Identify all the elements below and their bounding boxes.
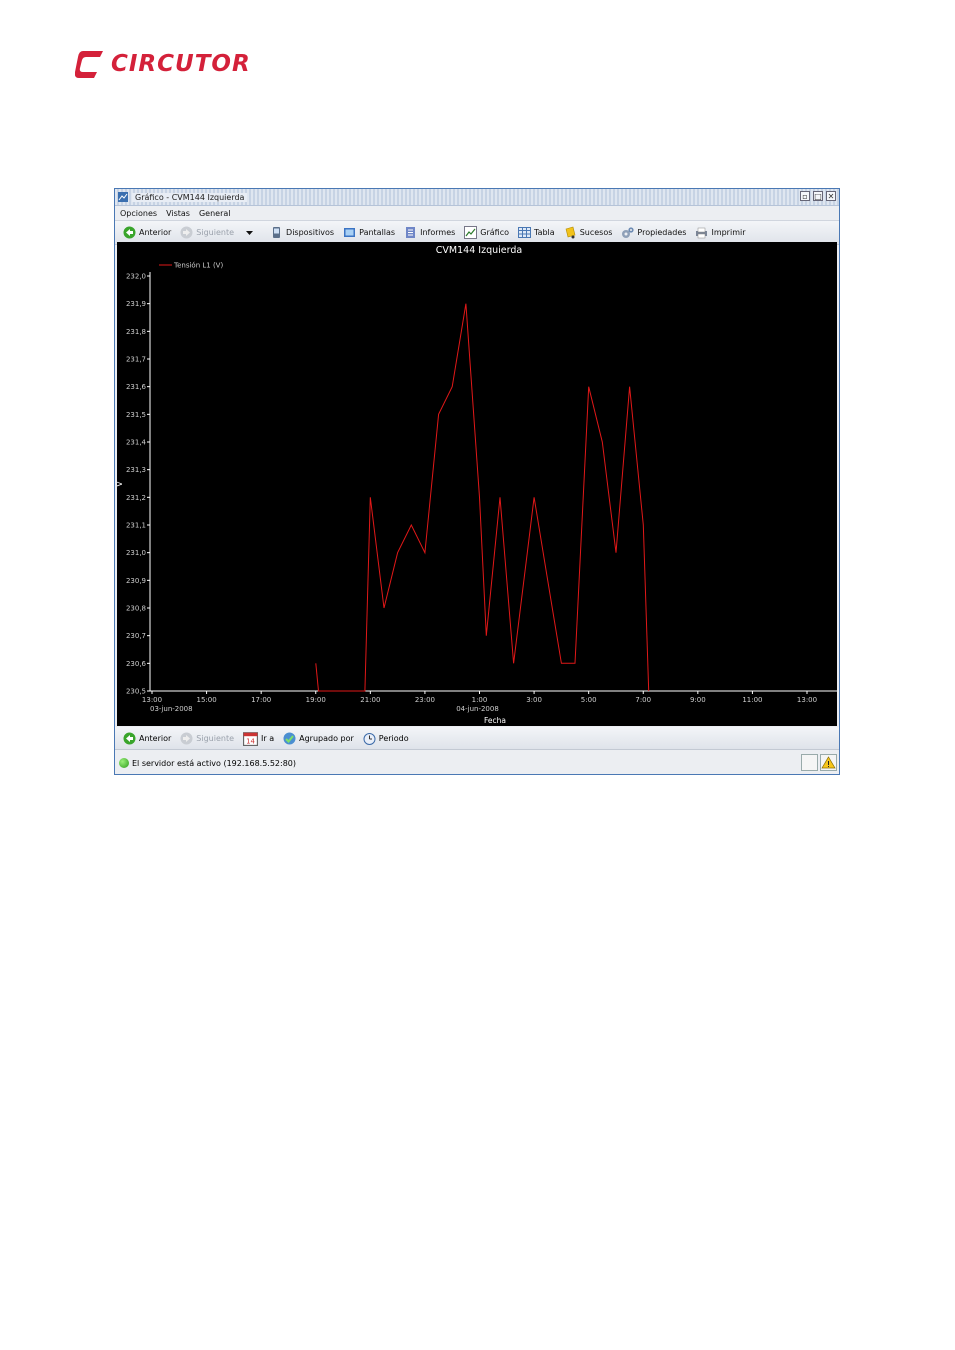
- x-tick-label: 1:00: [472, 696, 488, 704]
- x-tick-label: 9:00: [690, 696, 706, 704]
- pantallas-button[interactable]: Pantallas: [343, 226, 395, 239]
- status-bar: El servidor está activo (192.168.5.52:80…: [115, 752, 839, 774]
- bottom-anterior-button[interactable]: Anterior: [123, 732, 171, 745]
- chart-window: Gráfico - CVM144 Izquierda ▫ □ ✕ Opcione…: [114, 188, 840, 775]
- circutor-logo: CIRCUTOR: [75, 46, 255, 82]
- x-tick-label: 5:00: [581, 696, 597, 704]
- series-line-0: [315, 303, 650, 692]
- clock-icon: [363, 732, 376, 745]
- y-tick-label: 231,7: [126, 356, 146, 364]
- x-tick-label: 15:00: [196, 696, 216, 704]
- y-tick-label: 230,9: [126, 577, 146, 585]
- sucesos-button[interactable]: Sucesos: [564, 226, 612, 239]
- x-tick-label: 13:00: [142, 696, 162, 704]
- chevron-down-icon: [246, 231, 254, 235]
- x-tick-label: 7:00: [635, 696, 651, 704]
- ir-a-button[interactable]: 14 Ir a: [243, 731, 274, 746]
- app-icon: [118, 192, 128, 202]
- bell-icon: [565, 226, 576, 239]
- navigation-bar: Anterior Siguiente 14 Ir a Agrupado por …: [115, 727, 839, 750]
- line-chart: CVM144 Izquierda 230,5 230,6 230,7 230,8 230,…: [117, 245, 837, 725]
- back-arrow-icon: [123, 226, 136, 239]
- y-tick-label: 232,0: [126, 273, 146, 281]
- tabla-button[interactable]: Tabla: [518, 226, 555, 239]
- title-bar[interactable]: Gráfico - CVM144 Izquierda ▫ □ ✕: [115, 189, 839, 206]
- chart-title: CVM144 Izquierda: [436, 245, 522, 256]
- menu-vistas[interactable]: Vistas: [166, 209, 190, 218]
- y-tick-label: 231,3: [126, 466, 146, 474]
- y-tick-label: 231,6: [126, 383, 147, 391]
- calendar-icon: 14: [243, 731, 259, 746]
- periodo-button[interactable]: Periodo: [363, 732, 409, 745]
- report-icon: [406, 227, 416, 238]
- maximize-icon[interactable]: □: [813, 191, 823, 201]
- close-icon[interactable]: ✕: [826, 191, 836, 201]
- x-tick-label: 19:00: [306, 696, 326, 704]
- legend-entry: Tensión L1 (V): [173, 262, 223, 270]
- chart-icon: [464, 226, 478, 239]
- circutor-logo-icon: [75, 51, 103, 78]
- window-title: Gráfico - CVM144 Izquierda: [132, 192, 248, 202]
- bottom-siguiente-button[interactable]: Siguiente: [180, 732, 234, 745]
- x-tick-label: 17:00: [251, 696, 271, 704]
- propiedades-button[interactable]: Propiedades: [621, 226, 686, 239]
- status-indicator[interactable]: [801, 754, 818, 771]
- menu-opciones[interactable]: Opciones: [120, 209, 157, 218]
- x-tick-label: 21:00: [360, 696, 380, 704]
- anterior-button[interactable]: Anterior: [123, 226, 171, 239]
- warning-icon: [821, 756, 836, 769]
- screen-icon: [344, 228, 356, 237]
- imprimir-button[interactable]: Imprimir: [695, 226, 746, 239]
- forward-arrow-icon: [180, 732, 193, 744]
- group-icon: [283, 732, 296, 744]
- back-arrow-icon: [123, 732, 136, 744]
- printer-icon: [696, 227, 708, 239]
- x-tick-label: 13:00: [797, 696, 817, 704]
- restore-icon[interactable]: ▫: [800, 191, 810, 201]
- history-dropdown[interactable]: [243, 226, 256, 239]
- y-tick-label: 231,1: [126, 522, 146, 530]
- x-tick-label: 3:00: [526, 696, 542, 704]
- y-tick-label: 230,8: [126, 605, 146, 613]
- y-tick-label: 231,9: [126, 300, 146, 308]
- gear-icon: [622, 227, 634, 238]
- y-tick-label: 231,0: [126, 549, 146, 557]
- y-axis-label: V: [117, 481, 124, 487]
- server-status-icon: [119, 758, 129, 768]
- x-date-label: 04-jun-2008: [456, 705, 499, 713]
- dispositivos-button[interactable]: Dispositivos: [270, 226, 334, 239]
- calendar-day: 14: [246, 737, 255, 745]
- table-icon: [518, 227, 532, 238]
- device-icon: [273, 227, 281, 238]
- y-tick-label: 230,5: [126, 688, 146, 696]
- status-text: El servidor está activo (192.168.5.52:80…: [132, 758, 297, 768]
- x-tick-label: 23:00: [415, 696, 435, 704]
- y-tick-label: 231,5: [126, 411, 146, 419]
- y-tick-label: 231,8: [126, 328, 146, 336]
- menu-bar: Opciones Vistas General: [115, 206, 839, 220]
- grafico-button[interactable]: Gráfico: [464, 226, 509, 239]
- chart-panel[interactable]: CVM144 Izquierda 230,5 230,6 230,7 230,8 230,…: [117, 242, 837, 726]
- x-date-label: 03-jun-2008: [150, 705, 193, 713]
- menu-general[interactable]: General: [199, 209, 231, 218]
- forward-arrow-icon: [180, 226, 193, 239]
- x-tick-label: 11:00: [742, 696, 762, 704]
- siguiente-button[interactable]: Siguiente: [180, 226, 234, 239]
- logo-text: CIRCUTOR: [111, 51, 251, 77]
- x-axis-label: Fecha: [484, 716, 506, 725]
- y-tick-label: 230,6: [126, 660, 147, 668]
- warning-button[interactable]: [820, 754, 837, 771]
- agrupado-por-button[interactable]: Agrupado por: [283, 732, 354, 745]
- y-tick-label: 230,7: [126, 632, 146, 640]
- y-tick-label: 231,2: [126, 494, 146, 502]
- informes-button[interactable]: Informes: [404, 226, 455, 239]
- y-tick-label: 231,4: [126, 439, 147, 447]
